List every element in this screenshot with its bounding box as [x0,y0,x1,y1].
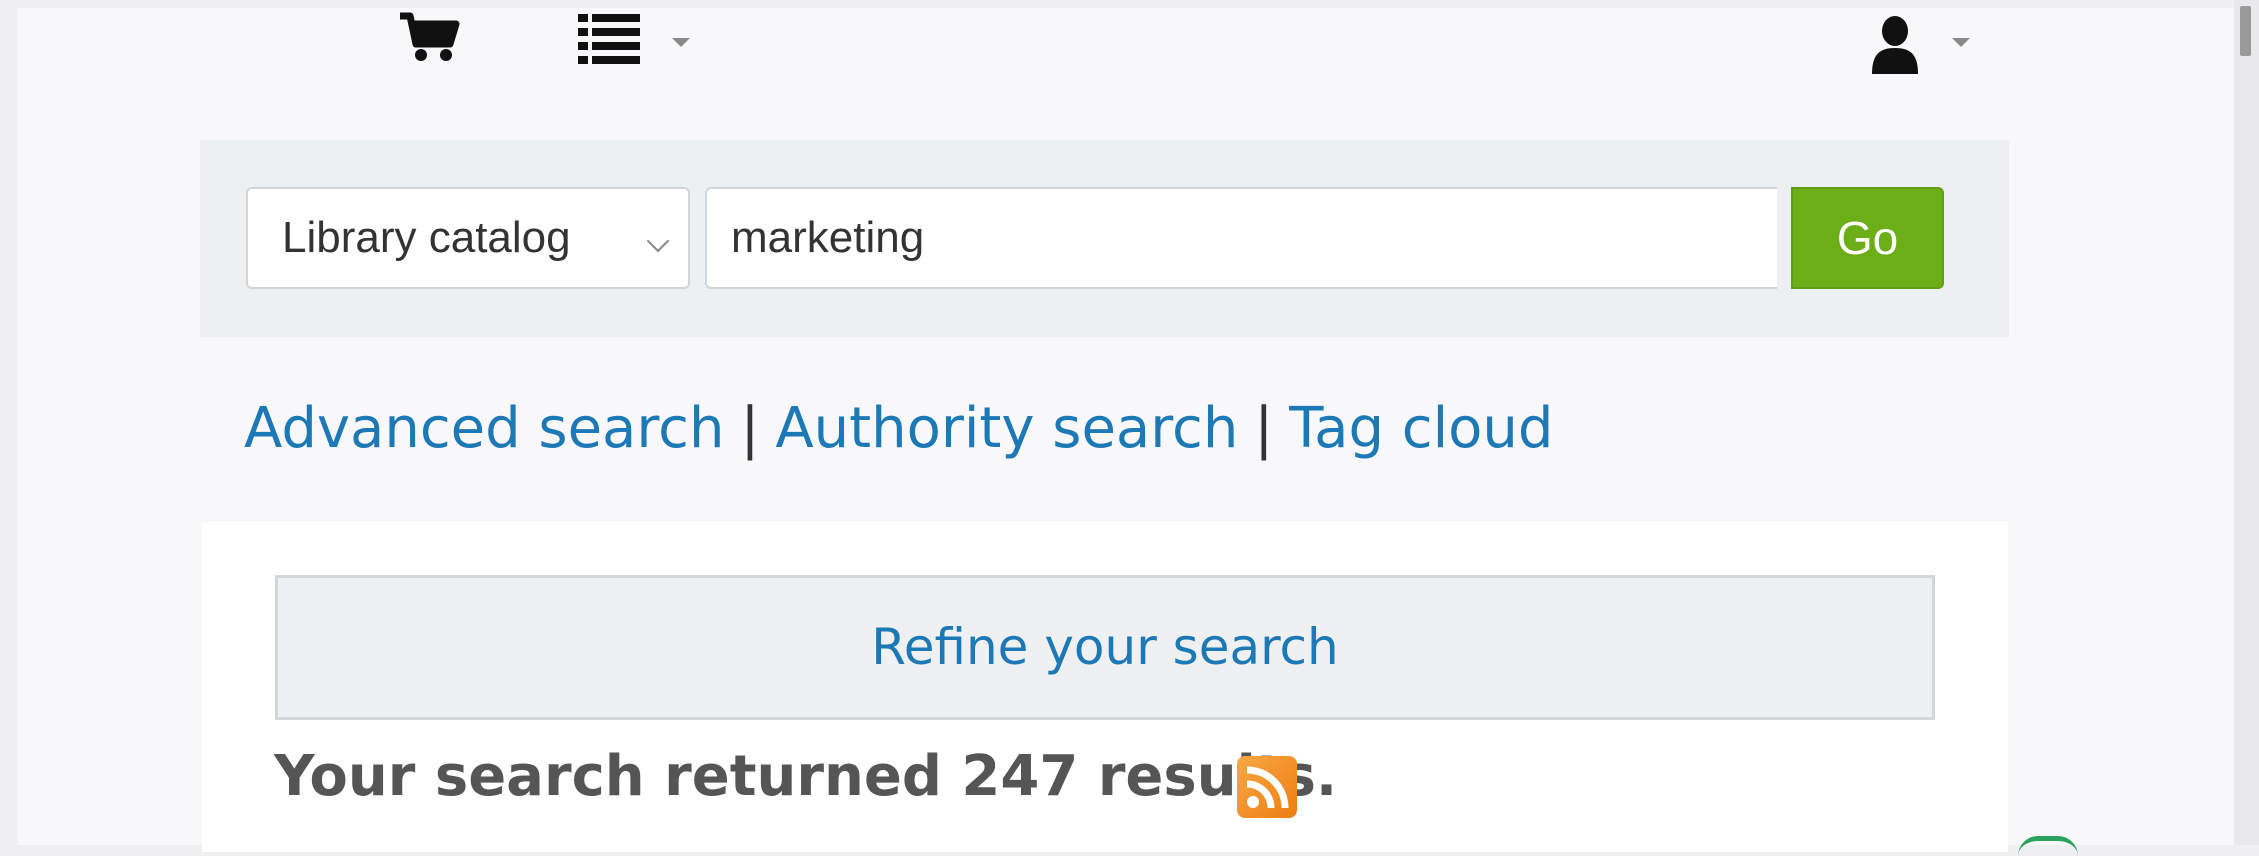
list-icon[interactable] [578,8,642,69]
refine-search-button[interactable]: Refine your search [275,575,1935,720]
result-count: Your search returned 247 results. [274,744,1338,809]
user-dropdown-caret-icon[interactable] [1952,38,1970,47]
rss-icon[interactable] [1237,756,1297,818]
search-panel: Library catalog Go [200,140,2009,337]
authority-search-link[interactable]: Authority search [775,396,1238,461]
search-links: Advanced search | Authority search | Tag clo… [244,396,1553,461]
catalog-select[interactable]: Library catalog [246,187,690,289]
go-button[interactable]: Go [1791,187,1944,289]
search-input[interactable] [705,187,1777,289]
chevron-down-icon [646,229,670,253]
link-separator: | [1254,396,1274,461]
lists-dropdown-caret-icon[interactable] [672,38,690,47]
scrollbar[interactable] [2234,0,2259,845]
tag-cloud-link[interactable]: Tag cloud [1289,396,1553,461]
catalog-select-value: Library catalog [282,213,571,262]
floating-action-icon[interactable] [2018,836,2078,856]
cart-icon[interactable] [398,12,460,69]
scrollbar-thumb[interactable] [2240,6,2251,56]
user-icon[interactable] [1870,14,1920,81]
advanced-search-link[interactable]: Advanced search [244,396,724,461]
results-panel: Refine your search Your search returned … [202,522,2008,852]
link-separator: | [740,396,760,461]
